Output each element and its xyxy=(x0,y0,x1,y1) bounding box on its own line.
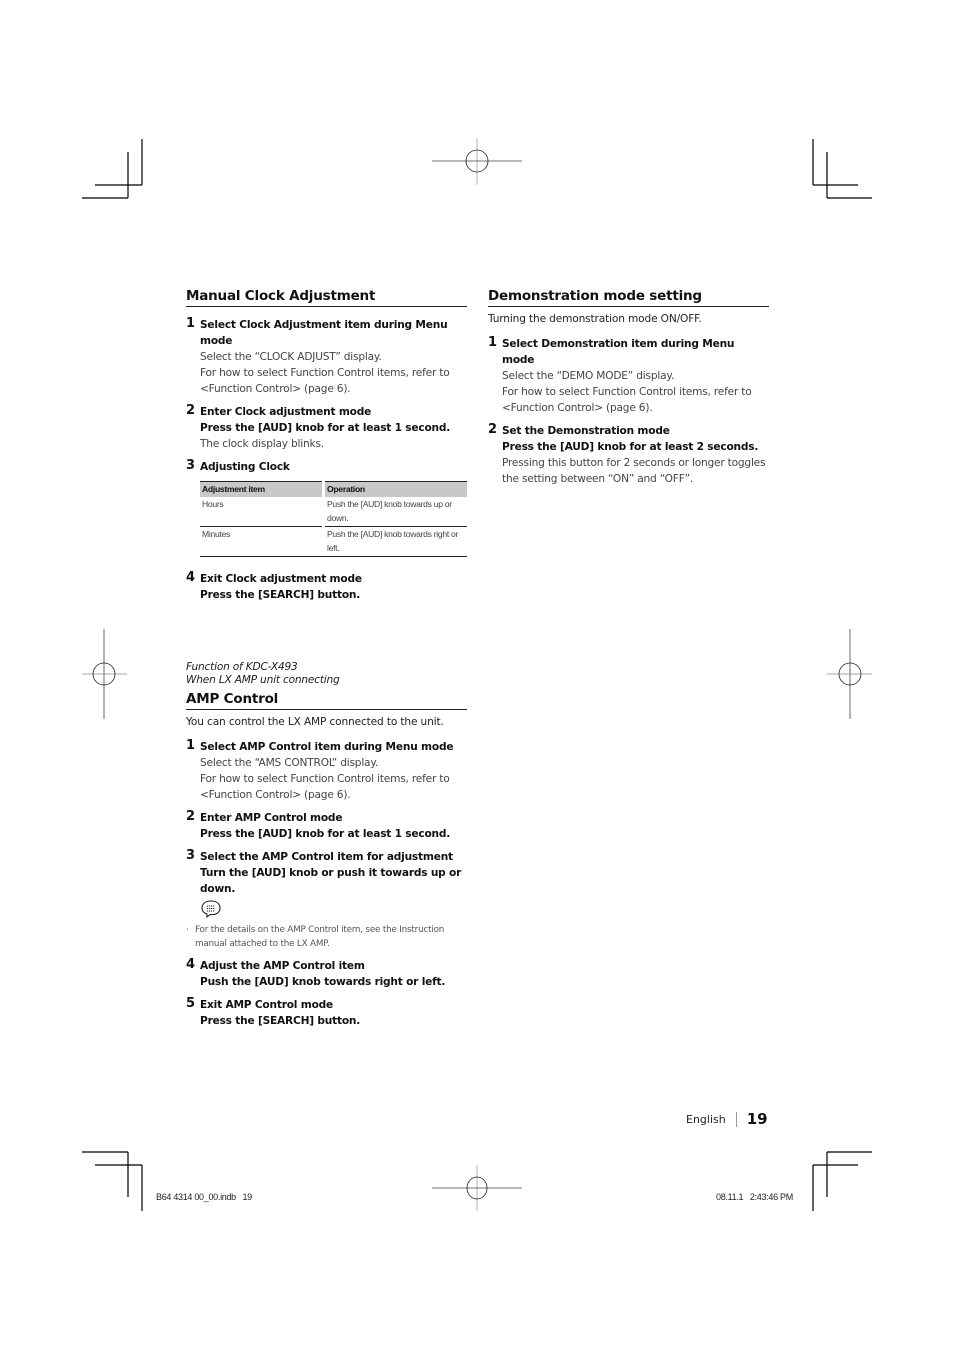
step-number: 2 xyxy=(186,809,196,824)
step-title: Set the Demonstration mode xyxy=(502,425,670,437)
section-intro: Turning the demonstration mode ON/OFF. xyxy=(488,313,702,325)
function-note-model: Function of KDC-X493 xyxy=(186,661,298,673)
step-text: For how to select Function Control items… xyxy=(200,367,450,395)
step-number: 3 xyxy=(186,848,196,863)
table-row: Hours Push the [AUD] knob towards up or … xyxy=(200,497,467,527)
table-header-adjustment-item: Adjustment item xyxy=(200,481,322,497)
step-text: For how to select Function Control items… xyxy=(502,386,752,414)
registration-mark-bottom xyxy=(432,1165,522,1211)
registration-mark-left xyxy=(82,629,127,719)
step-text: Select the “AMS CONTROL” display. xyxy=(200,757,379,769)
step-number: 2 xyxy=(488,422,498,437)
crop-mark-top-left xyxy=(82,139,143,199)
clock-step-1: 1 Select Clock Adjustment item during Me… xyxy=(186,316,467,397)
printer-marks xyxy=(82,138,872,1211)
step-number: 5 xyxy=(186,996,196,1011)
step-title: Adjust the AMP Control item xyxy=(200,960,365,972)
print-slug-date: 08.11.1 2:43:46 PM xyxy=(716,1192,793,1202)
step-text: Pressing this button for 2 seconds or lo… xyxy=(502,457,766,485)
amp-step-3: 3 Select the AMP Control item for adjust… xyxy=(186,848,467,951)
clock-step-4: 4 Exit Clock adjustment mode Press the [… xyxy=(186,570,467,603)
step-instruction: Press the [AUD] knob for at least 1 seco… xyxy=(200,828,451,840)
function-note-condition: When LX AMP unit connecting xyxy=(186,674,340,686)
step-number: 1 xyxy=(186,316,196,331)
table-cell-operation: Push the [AUD] knob towards right or lef… xyxy=(325,526,467,557)
crop-mark-top-right xyxy=(812,139,872,199)
step-number: 2 xyxy=(186,403,196,418)
table-cell-item: Hours xyxy=(200,497,322,527)
amp-step-5: 5 Exit AMP Control mode Press the [SEARC… xyxy=(186,996,467,1029)
table-cell-item: Minutes xyxy=(200,526,322,557)
page-number: 19 xyxy=(746,1110,768,1128)
step-title: Select AMP Control item during Menu mode xyxy=(200,741,454,753)
registration-mark-top xyxy=(432,138,522,185)
step-number: 1 xyxy=(186,738,196,753)
step-instruction: Press the [SEARCH] button. xyxy=(200,589,361,601)
step-title: Exit AMP Control mode xyxy=(200,999,334,1011)
table-header-operation: Operation xyxy=(325,481,467,497)
amp-step-1: 1 Select AMP Control item during Menu mo… xyxy=(186,738,467,803)
step-number: 1 xyxy=(488,335,498,350)
speech-bubble-note-icon xyxy=(201,900,221,919)
clock-step-2: 2 Enter Clock adjustment mode Press the … xyxy=(186,403,467,452)
print-slug-file: B64 4314 00_00.indb 19 xyxy=(156,1192,252,1202)
page-footer: English 19 xyxy=(686,1110,768,1128)
step-instruction: Press the [AUD] knob for at least 1 seco… xyxy=(200,422,451,434)
step-instruction: Press the [AUD] knob for at least 2 seco… xyxy=(502,441,759,453)
step-instruction: Push the [AUD] knob towards right or lef… xyxy=(200,976,446,988)
step-text: Select the “CLOCK ADJUST” display. xyxy=(200,351,382,363)
demo-step-2: 2 Set the Demonstration mode Press the [… xyxy=(488,422,769,487)
step-instruction: Press the [SEARCH] button. xyxy=(200,1015,361,1027)
crop-mark-bottom-left xyxy=(82,1151,143,1211)
step-number: 4 xyxy=(186,957,196,972)
step-title: Enter AMP Control mode xyxy=(200,812,343,824)
footer-divider xyxy=(735,1111,737,1127)
step-title: Select Demonstration item during Menu mo… xyxy=(502,338,735,366)
step-text: Select the “DEMO MODE” display. xyxy=(502,370,675,382)
step-title: Enter Clock adjustment mode xyxy=(200,406,372,418)
amp-step-2: 2 Enter AMP Control mode Press the [AUD]… xyxy=(186,809,467,842)
step-number: 3 xyxy=(186,458,196,473)
amp-control-section: Function of KDC-X493 When LX AMP unit co… xyxy=(186,661,467,1029)
step-text: For how to select Function Control items… xyxy=(200,773,450,801)
footer-language: English xyxy=(686,1112,726,1126)
registration-mark-right xyxy=(827,629,872,719)
note-bullet: For the details on the AMP Control item,… xyxy=(186,923,467,951)
section-title-amp-control: AMP Control xyxy=(186,691,467,710)
adjustment-table: Adjustment item Operation Hours Push the… xyxy=(200,481,467,557)
demo-step-1: 1 Select Demonstration item during Menu … xyxy=(488,335,769,416)
section-intro: You can control the LX AMP connected to … xyxy=(186,716,444,728)
section-title-demo-mode: Demonstration mode setting xyxy=(488,288,769,307)
amp-step-4: 4 Adjust the AMP Control item Push the [… xyxy=(186,957,467,990)
step-text: The clock display blinks. xyxy=(200,438,324,450)
section-title-manual-clock: Manual Clock Adjustment xyxy=(186,288,467,307)
crop-mark-bottom-right xyxy=(812,1151,872,1211)
manual-clock-section: Manual Clock Adjustment 1 Select Clock A… xyxy=(186,288,467,603)
step-instruction: Turn the [AUD] knob or push it towards u… xyxy=(200,867,462,895)
clock-step-3: 3 Adjusting Clock Adjustment item Operat… xyxy=(186,458,467,557)
table-header-row: Adjustment item Operation xyxy=(200,481,467,497)
step-title: Select the AMP Control item for adjustme… xyxy=(200,851,453,863)
step-number: 4 xyxy=(186,570,196,585)
table-row: Minutes Push the [AUD] knob towards righ… xyxy=(200,526,467,557)
step-title: Exit Clock adjustment mode xyxy=(200,573,362,585)
demo-mode-section: Demonstration mode setting Turning the d… xyxy=(488,288,769,487)
table-cell-operation: Push the [AUD] knob towards up or down. xyxy=(325,497,467,527)
step-title: Select Clock Adjustment item during Menu… xyxy=(200,319,448,347)
step-title: Adjusting Clock xyxy=(200,461,290,473)
